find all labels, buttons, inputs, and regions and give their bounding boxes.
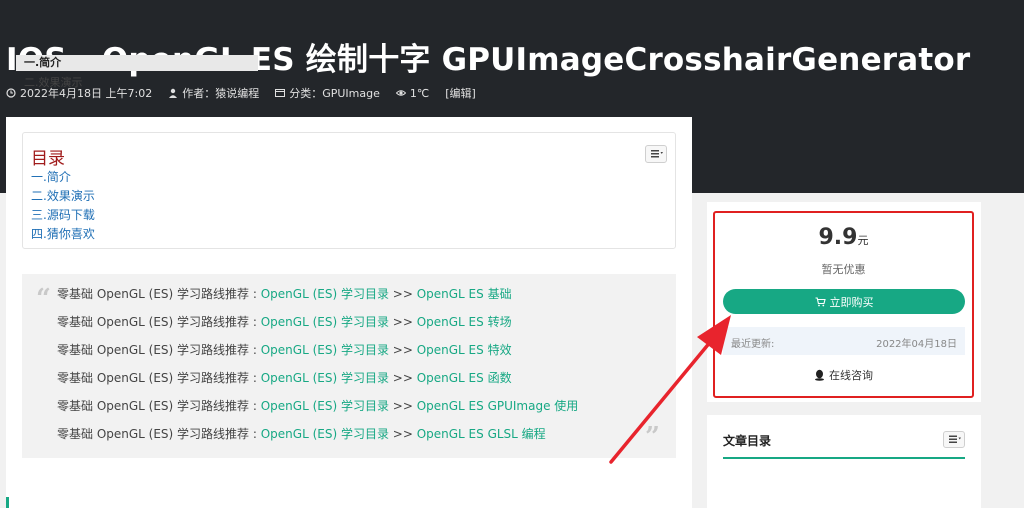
online-consult-link[interactable]: 在线咨询 [713,367,974,383]
toc-item[interactable]: 一.简介 [31,168,95,187]
quote-close-icon: ” [645,422,660,452]
folder-icon [275,89,286,97]
divider [723,457,965,459]
list-toggle-icon [949,435,961,443]
toc-toggle-button[interactable] [645,145,667,163]
qq-icon [815,369,824,381]
article-content: 目录 一.简介 二.效果演示 三.源码下载 四.猜你喜欢 “ 零基础 OpenG… [6,117,692,508]
quote-line: 零基础 OpenGL (ES) 学习路线推荐 : OpenGL (ES) 学习目… [57,371,512,385]
meta-views: 1℃ [395,87,429,100]
discount-status: 暂无优惠 [821,263,866,276]
buy-now-button[interactable]: 立即购买 [723,289,965,314]
quote-line: 零基础 OpenGL (ES) 学习路线推荐 : OpenGL (ES) 学习目… [57,343,512,357]
price: 9.9元 [818,225,869,250]
quote-line: 零基础 OpenGL (ES) 学习路线推荐 : OpenGL (ES) 学习目… [57,427,546,441]
meta-category: 分类：GPUImage [275,85,380,101]
table-of-contents: 目录 一.简介 二.效果演示 三.源码下载 四.猜你喜欢 [22,132,676,249]
list-toggle-icon [651,150,663,158]
sidebar-toc-toggle[interactable] [943,431,965,448]
quote-icon: “ [36,284,51,314]
toc-item[interactable]: 二.效果演示 [31,187,95,206]
toc-item[interactable]: 四.猜你喜欢 [31,225,95,244]
quote-line: 零基础 OpenGL (ES) 学习路线推荐 : OpenGL (ES) 学习目… [57,399,579,413]
sidebar-toc-title: 文章目录 [723,434,772,448]
edit-link[interactable]: [编辑] [445,85,476,101]
sidebar-toc-item[interactable]: 二.效果演示 [24,74,83,90]
quote-line: 零基础 OpenGL (ES) 学习路线推荐 : OpenGL (ES) 学习目… [57,287,512,301]
eye-icon [395,90,406,96]
clock-icon [6,88,16,98]
toc-item[interactable]: 三.源码下载 [31,206,95,225]
toc-list: 一.简介 二.效果演示 三.源码下载 四.猜你喜欢 [31,168,95,244]
meta-author: 作者：猿说编程 [168,85,259,101]
section-heading-bar [6,497,9,508]
toc-title: 目录 [31,149,65,169]
user-icon [169,88,178,98]
quote-line: 零基础 OpenGL (ES) 学习路线推荐 : OpenGL (ES) 学习目… [57,315,512,329]
cart-icon [815,296,826,306]
sidebar-toc-item-active[interactable]: 一.简介 [16,55,258,71]
sidebar-toc: 文章目录 [707,415,981,508]
last-updated: 最近更新: 2022年04月18日 [723,327,965,355]
learning-path-quote: “ 零基础 OpenGL (ES) 学习路线推荐 : OpenGL (ES) 学… [22,274,676,458]
